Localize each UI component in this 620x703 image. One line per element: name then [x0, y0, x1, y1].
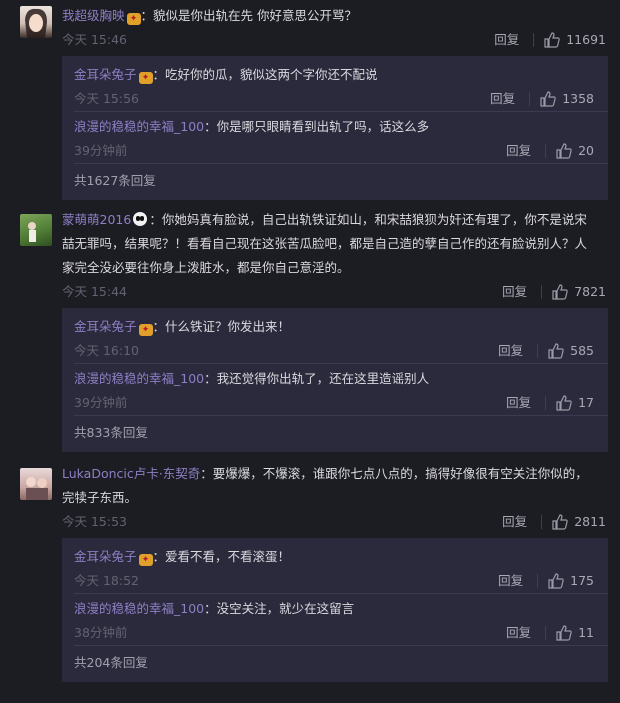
like-count: 175 [570, 573, 594, 588]
reply-button[interactable]: 回复 [490, 87, 515, 111]
like-count: 11691 [566, 32, 606, 47]
divider [541, 285, 543, 299]
timestamp: 39分钟前 [74, 395, 128, 410]
more-replies-link[interactable]: 共1627条回复 [74, 164, 596, 198]
username-link[interactable]: 浪漫的稳稳的幸福_100 [74, 371, 204, 386]
reply-button[interactable]: 回复 [502, 280, 527, 304]
reply-item: 金耳朵兔子 ✦ ：什么铁证？你发出来！ 今天 16:10 回复 585 [74, 312, 608, 364]
timestamp: 今天 15:44 [62, 284, 127, 299]
like-count: 585 [570, 343, 594, 358]
comment-meta: 今天 15:53 回复 2811 [62, 510, 610, 534]
reply-button[interactable]: 回复 [506, 139, 531, 163]
like-count: 7821 [574, 284, 606, 299]
more-replies-link[interactable]: 共833条回复 [74, 416, 596, 450]
divider [541, 515, 543, 529]
thumbs-up-icon[interactable] [548, 573, 564, 589]
thumbs-up-icon[interactable] [544, 32, 560, 48]
like-count: 11 [578, 625, 594, 640]
reply-thread: 金耳朵兔子 ✦ ：爱看不看，不看滚蛋！ 今天 18:52 回复 175 浪漫的稳稳的幸… [62, 538, 608, 682]
username-link[interactable]: 浪漫的稳稳的幸福_100 [74, 601, 204, 616]
reply-button[interactable]: 回复 [502, 510, 527, 534]
vip-badge-icon: ✦ [138, 324, 153, 336]
reply-body: ：什么铁证？你发出来！ [152, 319, 291, 334]
like-count: 17 [578, 395, 594, 410]
username-link[interactable]: 金耳朵兔子 [74, 549, 137, 564]
more-replies-link[interactable]: 共204条回复 [74, 646, 596, 680]
comment-body: ：貌似是你出轨在先 你好意思公开骂？ [140, 8, 357, 23]
divider [533, 33, 535, 47]
vip-badge-icon: ✦ [126, 13, 141, 25]
reply-item: 金耳朵兔子 ✦ ：吃好你的瓜，貌似这两个字你还不配说 今天 15:56 回复 1358 [74, 60, 608, 112]
reply-thread: 金耳朵兔子 ✦ ：什么铁证？你发出来！ 今天 16:10 回复 585 浪漫的稳稳的幸… [62, 308, 608, 452]
reply-body: ：爱看不看，不看滚蛋！ [152, 549, 291, 564]
comment: 蒙萌萌2016 ：你她妈真有脸说，自己出轨铁证如山，和宋喆狼狈为奸还有理了，你不是… [0, 200, 620, 304]
username-link[interactable]: 浪漫的稳稳的幸福_100 [74, 119, 204, 134]
thumbs-up-icon[interactable] [548, 343, 564, 359]
reply-item: 浪漫的稳稳的幸福_100：我还觉得你出轨了，还在这里造谣别人 39分钟前 回复 1… [74, 364, 608, 416]
timestamp: 今天 15:46 [62, 32, 127, 47]
reply-body: ：你是哪只眼睛看到出轨了吗，话这么多 [204, 119, 430, 134]
reply-body: ：没空关注，就少在这留言 [204, 601, 355, 616]
reply-item: 金耳朵兔子 ✦ ：爱看不看，不看滚蛋！ 今天 18:52 回复 175 [74, 542, 608, 594]
divider [545, 144, 547, 158]
panda-emoji-icon [133, 212, 148, 226]
divider [545, 626, 547, 640]
username-link[interactable]: 我超级胸映 [62, 8, 125, 23]
like-count: 1358 [562, 91, 594, 106]
timestamp: 38分钟前 [74, 625, 128, 640]
avatar[interactable] [20, 6, 52, 38]
timestamp: 39分钟前 [74, 143, 128, 158]
username-link[interactable]: 金耳朵兔子 [74, 319, 137, 334]
comment: LukaDoncic卢卡·东契奇：要爆爆，不爆滚，谁跟你七点八点的，搞得好像很有… [0, 452, 620, 534]
reply-button[interactable]: 回复 [498, 569, 523, 593]
like-count: 20 [578, 143, 594, 158]
comment-body: ：你她妈真有脸说，自己出轨铁证如山，和宋喆狼狈为奸还有理了，你不是说宋 [149, 212, 587, 227]
timestamp: 今天 15:56 [74, 91, 139, 106]
avatar[interactable] [20, 214, 52, 246]
like-count: 2811 [574, 514, 606, 529]
reply-body: ：我还觉得你出轨了，还在这里造谣别人 [204, 371, 430, 386]
vip-badge-icon: ✦ [138, 554, 153, 566]
comment-body: ：要爆爆，不爆滚，谁跟你七点八点的，搞得好像很有空关注你似的， [200, 466, 588, 481]
reply-body: ：吃好你的瓜，貌似这两个字你还不配说 [152, 67, 378, 82]
comment-meta: 今天 15:44 回复 7821 [62, 280, 610, 304]
divider [529, 92, 531, 106]
thumbs-up-icon[interactable] [552, 514, 568, 530]
timestamp: 今天 16:10 [74, 343, 139, 358]
timestamp: 今天 15:53 [62, 514, 127, 529]
reply-thread: 金耳朵兔子 ✦ ：吃好你的瓜，貌似这两个字你还不配说 今天 15:56 回复 1358… [62, 56, 608, 200]
comment-text-line: 家完全没必要往你身上泼脏水，都是你自己意淫的。 [62, 260, 350, 275]
username-link[interactable]: 蒙萌萌2016 [62, 212, 131, 227]
reply-item: 浪漫的稳稳的幸福_100：你是哪只眼睛看到出轨了吗，话这么多 39分钟前 回复 2… [74, 112, 608, 164]
divider [537, 344, 539, 358]
thumbs-up-icon[interactable] [552, 284, 568, 300]
comment: 我超级胸映 ✦ ：貌似是你出轨在先 你好意思公开骂？ 今天 15:46 回复 116… [0, 0, 620, 52]
comment-text: LukaDoncic卢卡·东契奇：要爆爆，不爆滚，谁跟你七点八点的，搞得好像很有… [62, 462, 610, 486]
reply-button[interactable]: 回复 [506, 391, 531, 415]
thumbs-up-icon[interactable] [556, 395, 572, 411]
username-link[interactable]: LukaDoncic卢卡·东契奇 [62, 466, 200, 481]
thumbs-up-icon[interactable] [556, 143, 572, 159]
reply-button[interactable]: 回复 [494, 28, 519, 52]
reply-button[interactable]: 回复 [498, 339, 523, 363]
thumbs-up-icon[interactable] [556, 625, 572, 641]
comment-text: 蒙萌萌2016 ：你她妈真有脸说，自己出轨铁证如山，和宋喆狼狈为奸还有理了，你不是… [62, 208, 610, 232]
comment-meta: 今天 15:46 回复 11691 [62, 28, 610, 52]
thumbs-up-icon[interactable] [540, 91, 556, 107]
timestamp: 今天 18:52 [74, 573, 139, 588]
username-link[interactable]: 金耳朵兔子 [74, 67, 137, 82]
divider [545, 396, 547, 410]
comment-text-line: 完犊子东西。 [62, 490, 138, 505]
vip-badge-icon: ✦ [138, 72, 153, 84]
comment-text-line: 喆无罪吗，结果呢？！看看自己现在这张苦瓜脸吧，都是自己造的孽自己作的还有脸说别人… [62, 236, 588, 251]
comment-text: 我超级胸映 ✦ ：貌似是你出轨在先 你好意思公开骂？ [62, 4, 610, 28]
avatar[interactable] [20, 468, 52, 500]
divider [537, 574, 539, 588]
reply-button[interactable]: 回复 [506, 621, 531, 645]
reply-item: 浪漫的稳稳的幸福_100：没空关注，就少在这留言 38分钟前 回复 11 [74, 594, 608, 646]
